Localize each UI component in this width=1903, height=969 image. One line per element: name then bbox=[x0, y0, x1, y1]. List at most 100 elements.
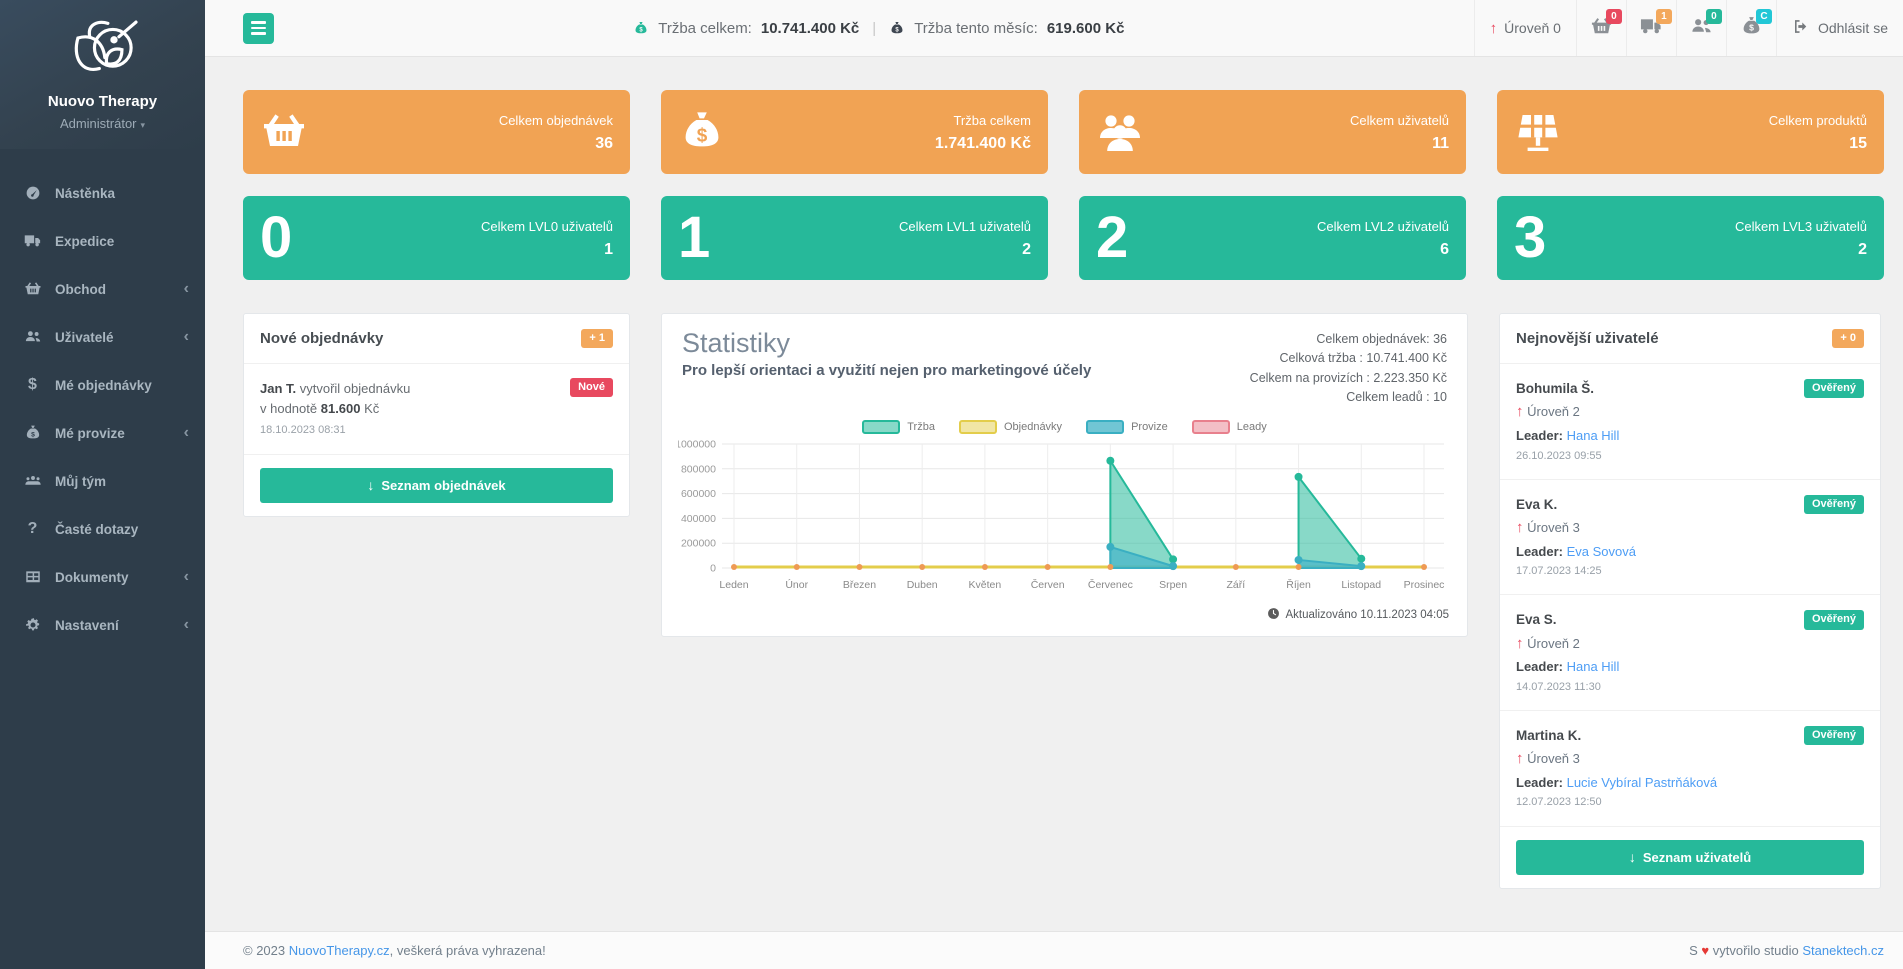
svg-text:Listopad: Listopad bbox=[1341, 579, 1381, 591]
panels-row: Nové objednávky + 1 Jan T. vytvořil obje… bbox=[243, 313, 1884, 889]
content-area: Celkem objednávek36 $ Tržba celkem1.741.… bbox=[205, 57, 1903, 931]
svg-text:400000: 400000 bbox=[681, 512, 716, 524]
legend-item: Tržba bbox=[862, 420, 935, 434]
legend-item: Objednávky bbox=[959, 420, 1062, 434]
revenue-month-label: Tržba tento měsíc: bbox=[914, 20, 1038, 37]
users-button[interactable]: 0 bbox=[1676, 0, 1726, 56]
level-cards-row: 0 Celkem LVL0 uživatelů1 1 Celkem LVL1 u… bbox=[243, 196, 1884, 280]
sidebar-item-expedice[interactable]: Expedice bbox=[0, 217, 205, 265]
clock-icon bbox=[1267, 607, 1280, 623]
money-bag-icon: $ bbox=[678, 108, 734, 156]
shipping-button[interactable]: 1 bbox=[1626, 0, 1676, 56]
footer-copyright: © 2023 NuovoTherapy.cz, veškerá práva vy… bbox=[243, 943, 546, 958]
sidebar-item-nastaveni[interactable]: Nastavení ‹ bbox=[0, 601, 205, 649]
orders-cart-button[interactable]: 0 bbox=[1576, 0, 1626, 56]
gear-icon bbox=[23, 616, 42, 635]
footer: © 2023 NuovoTherapy.cz, veškerá práva vy… bbox=[205, 931, 1903, 969]
svg-text:1000000: 1000000 bbox=[678, 438, 716, 450]
sidebar-item-uzivatele[interactable]: Uživatelé ‹ bbox=[0, 313, 205, 361]
money-bag-icon: $ bbox=[889, 19, 905, 38]
svg-text:Červen: Červen bbox=[1031, 578, 1065, 591]
dollar-icon: $ bbox=[23, 376, 42, 395]
user-list-item[interactable]: Bohumila Š. ↑ Úroveň 2 Leader: Hana Hill… bbox=[1500, 364, 1880, 480]
stat-card-revenue[interactable]: $ Tržba celkem1.741.400 Kč bbox=[661, 90, 1048, 174]
svg-text:Leden: Leden bbox=[719, 579, 748, 591]
team-icon bbox=[23, 472, 42, 491]
user-list-item[interactable]: Eva K. ↑ Úroveň 3 Leader: Eva Sovová 17.… bbox=[1500, 480, 1880, 596]
level-card-lvl1[interactable]: 1 Celkem LVL1 uživatelů2 bbox=[661, 196, 1048, 280]
solar-panel-icon bbox=[1514, 108, 1570, 156]
chevron-left-icon: ‹ bbox=[184, 425, 189, 441]
orders-list-button[interactable]: ↓ Seznam objednávek bbox=[260, 468, 613, 503]
users-list-button[interactable]: ↓ Seznam uživatelů bbox=[1516, 840, 1864, 875]
commissions-button[interactable]: $ C bbox=[1726, 0, 1776, 56]
level-card-lvl3[interactable]: 3 Celkem LVL3 uživatelů2 bbox=[1497, 196, 1884, 280]
brand-block: Nuovo Therapy Administrátor▾ bbox=[0, 0, 205, 149]
sidebar-item-me-provize[interactable]: $ Mé provize ‹ bbox=[0, 409, 205, 457]
revenue-total-label: Tržba celkem: bbox=[658, 20, 752, 37]
sidebar-item-muj-tym[interactable]: Můj tým bbox=[0, 457, 205, 505]
users-icon bbox=[1096, 108, 1152, 156]
leader-link[interactable]: Hana Hill bbox=[1567, 428, 1620, 443]
level-card-lvl2[interactable]: 2 Celkem LVL2 uživatelů6 bbox=[1079, 196, 1466, 280]
user-list-item[interactable]: Martina K. ↑ Úroveň 3 Leader: Lucie Vybí… bbox=[1500, 711, 1880, 827]
svg-text:200000: 200000 bbox=[681, 537, 716, 549]
stat-card-users[interactable]: Celkem uživatelů11 bbox=[1079, 90, 1466, 174]
legend-swatch bbox=[959, 420, 997, 434]
verified-badge: Ověřený bbox=[1804, 495, 1864, 514]
footer-site-link[interactable]: NuovoTherapy.cz bbox=[289, 943, 390, 958]
legend-swatch bbox=[1192, 420, 1230, 434]
money-bag-icon: $ bbox=[633, 19, 649, 38]
basket-icon bbox=[23, 280, 42, 299]
question-icon: ? bbox=[23, 520, 42, 539]
level-indicator[interactable]: ↑ Úroveň 0 bbox=[1474, 0, 1576, 56]
sidebar-item-nastenka[interactable]: Nástěnka bbox=[0, 169, 205, 217]
svg-text:Červenec: Červenec bbox=[1088, 578, 1133, 591]
svg-text:Srpen: Srpen bbox=[1159, 579, 1187, 591]
separator: | bbox=[872, 20, 876, 37]
verified-badge: Ověřený bbox=[1804, 610, 1864, 629]
sidebar-toggle-button[interactable] bbox=[243, 13, 274, 44]
up-arrow-icon: ↑ bbox=[1516, 403, 1524, 420]
level-card-lvl0[interactable]: 0 Celkem LVL0 uživatelů1 bbox=[243, 196, 630, 280]
revenue-summary: $ Tržba celkem: 10.741.400 Kč | $ Tržba … bbox=[284, 0, 1474, 56]
sidebar-menu: Nástěnka Expedice Obchod ‹ Uživatelé bbox=[0, 169, 205, 649]
stat-card-products[interactable]: Celkem produktů15 bbox=[1497, 90, 1884, 174]
sidebar-item-obchod[interactable]: Obchod ‹ bbox=[0, 265, 205, 313]
svg-text:Únor: Únor bbox=[785, 578, 808, 591]
new-orders-panel: Nové objednávky + 1 Jan T. vytvořil obje… bbox=[243, 313, 630, 517]
chevron-left-icon: ‹ bbox=[184, 617, 189, 633]
role-dropdown[interactable]: Administrátor▾ bbox=[8, 116, 197, 131]
stat-card-orders[interactable]: Celkem objednávek36 bbox=[243, 90, 630, 174]
top-bar: $ Tržba celkem: 10.741.400 Kč | $ Tržba … bbox=[205, 0, 1903, 57]
order-list-item[interactable]: Jan T. vytvořil objednávku v hodnotě 81.… bbox=[244, 364, 629, 455]
sidebar-item-caste-dotazy[interactable]: ? Časté dotazy bbox=[0, 505, 205, 553]
up-arrow-icon: ↑ bbox=[1516, 635, 1524, 652]
panel-title: Nové objednávky bbox=[260, 330, 383, 347]
leader-link[interactable]: Lucie Vybíral Pastrňáková bbox=[1567, 775, 1718, 790]
logout-icon bbox=[1792, 17, 1811, 39]
money-bag-icon: $ bbox=[23, 424, 42, 443]
statistics-panel: Statistiky Pro lepší orientaci a využití… bbox=[661, 313, 1468, 637]
leader-link[interactable]: Eva Sovová bbox=[1567, 544, 1636, 559]
logout-button[interactable]: Odhlásit se bbox=[1776, 0, 1903, 56]
legend-swatch bbox=[862, 420, 900, 434]
sidebar-item-dokumenty[interactable]: Dokumenty ‹ bbox=[0, 553, 205, 601]
top-bar-actions: ↑ Úroveň 0 0 1 bbox=[1474, 0, 1903, 56]
sidebar-item-me-objednavky[interactable]: $ Mé objednávky bbox=[0, 361, 205, 409]
revenue-month-value: 619.600 Kč bbox=[1047, 20, 1125, 37]
truck-icon bbox=[23, 232, 42, 251]
order-date: 18.10.2023 08:31 bbox=[260, 422, 613, 439]
svg-text:$: $ bbox=[697, 126, 708, 147]
leader-link[interactable]: Hana Hill bbox=[1567, 659, 1620, 674]
user-list-item[interactable]: Eva S. ↑ Úroveň 2 Leader: Hana Hill 14.0… bbox=[1500, 595, 1880, 711]
svg-text:$: $ bbox=[31, 431, 35, 438]
new-users-count-badge: + 0 bbox=[1832, 329, 1864, 348]
users-icon bbox=[23, 328, 42, 347]
footer-studio-link[interactable]: Stanektech.cz bbox=[1802, 943, 1884, 958]
up-arrow-icon: ↑ bbox=[1516, 750, 1524, 767]
verified-badge: Ověřený bbox=[1804, 379, 1864, 398]
cart-badge: 0 bbox=[1606, 9, 1622, 24]
table-icon bbox=[23, 568, 42, 587]
caret-down-icon: ▾ bbox=[141, 120, 146, 130]
